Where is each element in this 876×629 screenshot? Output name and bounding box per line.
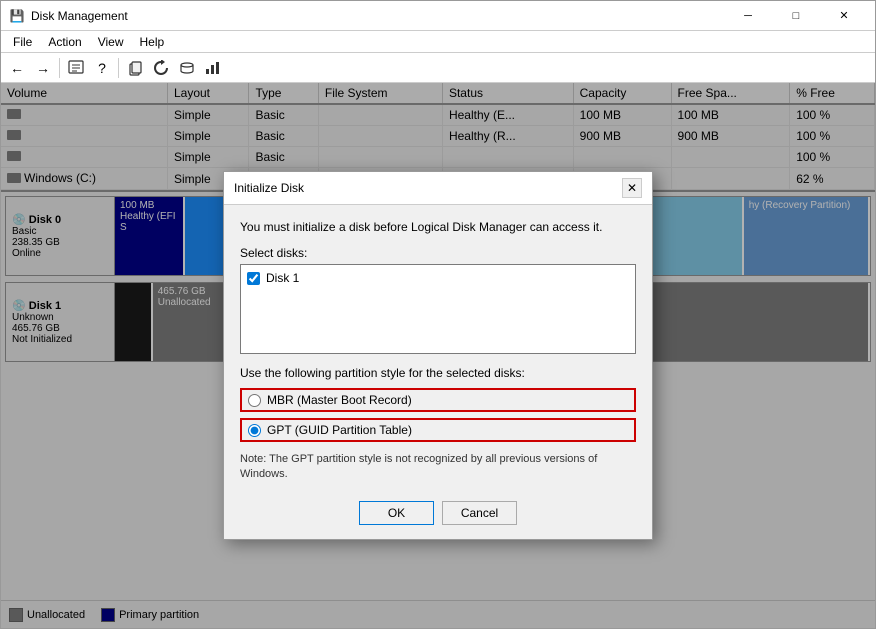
window-icon: 💾: [9, 8, 25, 24]
toolbar-sep-2: [118, 58, 119, 78]
disk-button[interactable]: [175, 56, 199, 80]
dialog-close-button[interactable]: ✕: [622, 178, 642, 198]
menu-view[interactable]: View: [90, 33, 132, 51]
menu-action[interactable]: Action: [40, 33, 89, 51]
menu-file[interactable]: File: [5, 33, 40, 51]
dialog-body: You must initialize a disk before Logica…: [224, 205, 652, 539]
main-content: Volume Layout Type File System Status Ca…: [1, 83, 875, 628]
maximize-button[interactable]: □: [773, 1, 819, 31]
chart-button[interactable]: [201, 56, 225, 80]
window-title: Disk Management: [31, 9, 725, 23]
disk1-select-label: Disk 1: [266, 271, 299, 285]
gpt-radio[interactable]: [248, 424, 261, 437]
title-bar: 💾 Disk Management ─ □ ✕: [1, 1, 875, 31]
gpt-option[interactable]: GPT (GUID Partition Table): [240, 418, 636, 442]
ok-button[interactable]: OK: [359, 501, 434, 525]
select-disks-label: Select disks:: [240, 246, 636, 260]
forward-button[interactable]: →: [31, 56, 55, 80]
partition-radio-group: MBR (Master Boot Record) GPT (GUID Parti…: [240, 388, 636, 442]
mbr-option[interactable]: MBR (Master Boot Record): [240, 388, 636, 412]
refresh-button[interactable]: [149, 56, 173, 80]
initialize-disk-dialog: Initialize Disk ✕ You must initialize a …: [223, 171, 653, 540]
back-button[interactable]: ←: [5, 56, 29, 80]
title-bar-controls: ─ □ ✕: [725, 1, 867, 31]
mbr-radio[interactable]: [248, 394, 261, 407]
toolbar-sep-1: [59, 58, 60, 78]
modal-overlay: Initialize Disk ✕ You must initialize a …: [1, 83, 875, 628]
disk1-checkbox[interactable]: [247, 272, 260, 285]
cancel-button[interactable]: Cancel: [442, 501, 517, 525]
copy-button[interactable]: [123, 56, 147, 80]
dialog-note: Note: The GPT partition style is not rec…: [240, 452, 636, 483]
mbr-label: MBR (Master Boot Record): [267, 393, 412, 407]
properties-button[interactable]: [64, 56, 88, 80]
partition-style-label: Use the following partition style for th…: [240, 366, 636, 380]
disk-select-item: Disk 1: [245, 269, 631, 287]
toolbar: ← → ?: [1, 53, 875, 83]
gpt-label: GPT (GUID Partition Table): [267, 423, 412, 437]
dialog-title-bar: Initialize Disk ✕: [224, 172, 652, 205]
main-window: 💾 Disk Management ─ □ ✕ File Action View…: [0, 0, 876, 629]
menu-help[interactable]: Help: [132, 33, 173, 51]
help-button[interactable]: ?: [90, 56, 114, 80]
dialog-title: Initialize Disk: [234, 181, 304, 195]
dialog-description: You must initialize a disk before Logica…: [240, 219, 636, 236]
menu-bar: File Action View Help: [1, 31, 875, 53]
disk-select-box[interactable]: Disk 1: [240, 264, 636, 354]
minimize-button[interactable]: ─: [725, 1, 771, 31]
dialog-buttons: OK Cancel: [240, 497, 636, 525]
close-button[interactable]: ✕: [821, 1, 867, 31]
